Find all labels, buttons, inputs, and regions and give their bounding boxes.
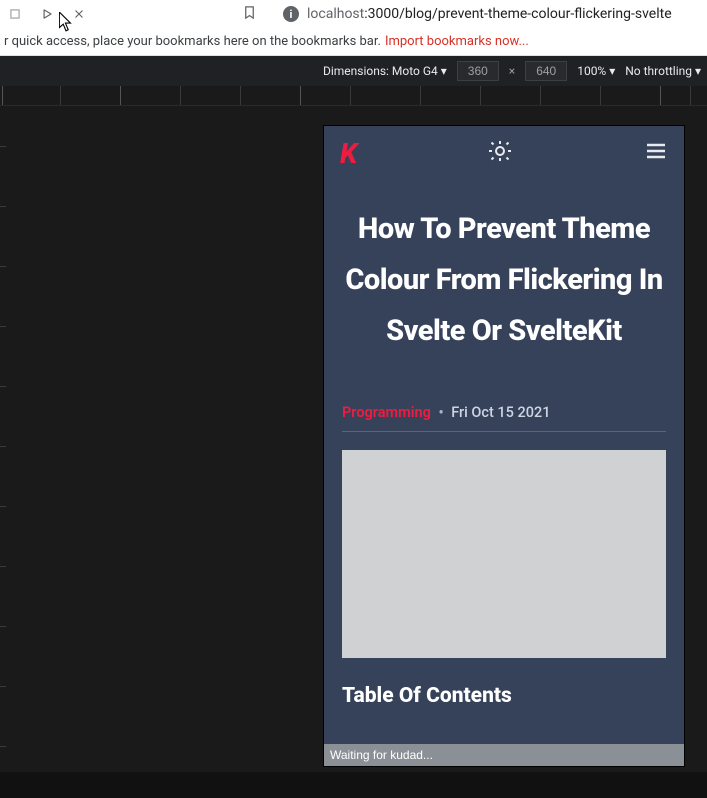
page-status-bar: Waiting for kudad... xyxy=(324,744,684,766)
hamburger-menu-icon[interactable] xyxy=(644,139,668,167)
horizontal-ruler xyxy=(0,86,707,106)
article-title: How To Prevent Theme Colour From Flicker… xyxy=(342,204,666,356)
width-input[interactable] xyxy=(457,61,499,81)
browser-play-icon[interactable] xyxy=(38,5,56,23)
address-bar[interactable]: i localhost:3000/blog/prevent-theme-colo… xyxy=(242,5,672,24)
article: How To Prevent Theme Colour From Flicker… xyxy=(324,180,684,708)
theme-toggle-icon[interactable] xyxy=(488,139,512,167)
height-input[interactable] xyxy=(525,61,567,81)
browser-stop-icon[interactable] xyxy=(70,5,88,23)
browser-back-placeholder xyxy=(6,5,24,23)
meta-separator: • xyxy=(438,404,443,421)
dimension-x: × xyxy=(509,64,515,78)
devtools-device-bar: Dimensions: Moto G4 ▾ × 100% ▾ No thrott… xyxy=(0,56,707,86)
devtools-viewport: K How To Prevent Theme Colour From Flick… xyxy=(0,106,707,798)
site-header: K xyxy=(324,126,684,180)
bookmarks-hint: r quick access, place your bookmarks her… xyxy=(4,34,381,49)
category-link[interactable]: Programming xyxy=(342,404,431,421)
site-info-icon[interactable]: i xyxy=(283,6,299,22)
zoom-dropdown[interactable]: 100% ▾ xyxy=(577,64,615,78)
hero-image-placeholder xyxy=(342,450,666,658)
article-meta: Programming • Fri Oct 15 2021 xyxy=(342,404,666,432)
bookmarks-bar: r quick access, place your bookmarks her… xyxy=(0,28,707,56)
site-logo[interactable]: K xyxy=(340,137,356,170)
browser-toolbar: i localhost:3000/blog/prevent-theme-colo… xyxy=(0,0,707,28)
throttling-dropdown[interactable]: No throttling ▾ xyxy=(625,64,701,78)
simulated-viewport: K How To Prevent Theme Colour From Flick… xyxy=(324,126,684,766)
bottom-dark-strip xyxy=(0,772,707,798)
article-date: Fri Oct 15 2021 xyxy=(451,404,550,421)
vertical-ruler xyxy=(0,106,6,798)
import-bookmarks-link[interactable]: Import bookmarks now... xyxy=(385,34,529,49)
bookmark-outline-icon[interactable] xyxy=(242,5,257,24)
dimensions-dropdown[interactable]: Dimensions: Moto G4 ▾ xyxy=(323,64,447,78)
toc-heading: Table Of Contents xyxy=(342,684,666,708)
url-text: localhost:3000/blog/prevent-theme-colour… xyxy=(307,6,672,22)
